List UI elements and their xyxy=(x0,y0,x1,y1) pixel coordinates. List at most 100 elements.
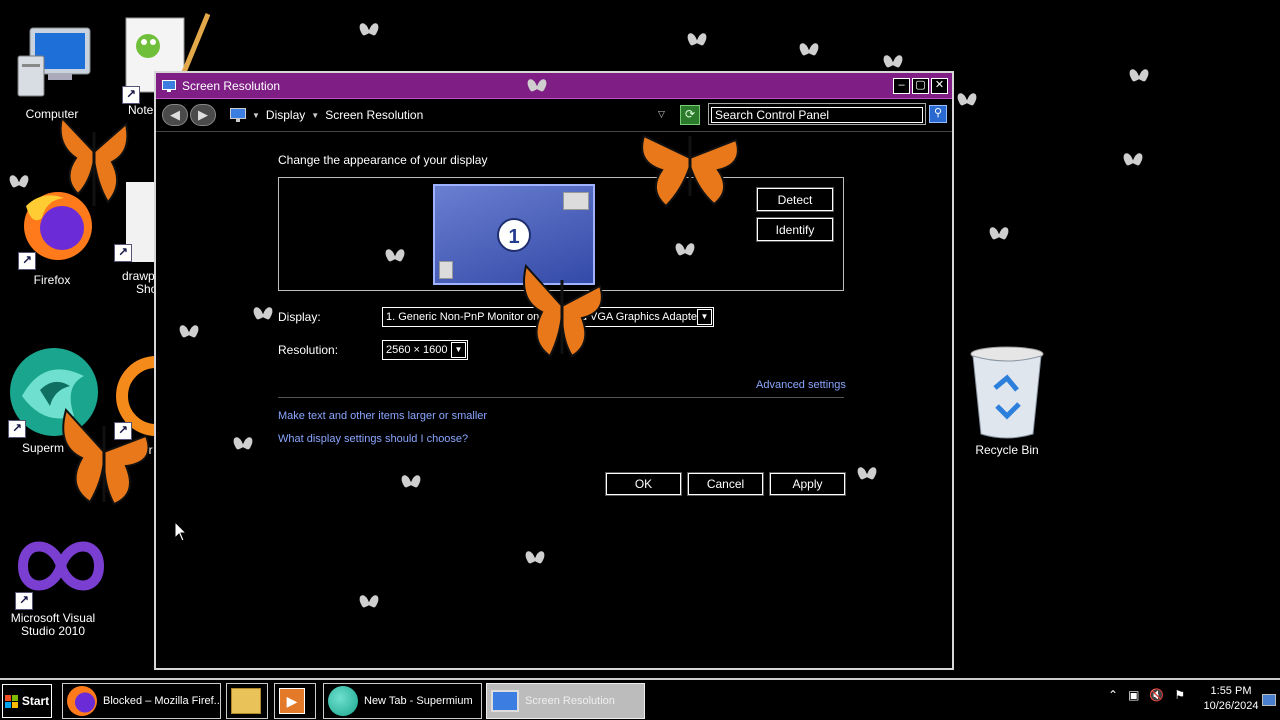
breadcrumb-display[interactable]: Display xyxy=(266,108,305,122)
taskbar-item-screen-resolution[interactable]: Screen Resolution xyxy=(486,683,645,719)
page-heading: Change the appearance of your display xyxy=(278,153,488,167)
desktop-icon-recycle-bin[interactable]: Recycle Bin xyxy=(958,344,1056,457)
taskbar-item-firefox[interactable]: Blocked – Mozilla Firef... xyxy=(62,683,221,719)
shortcut-arrow-icon: ↗ xyxy=(18,252,36,270)
moth-icon xyxy=(1130,66,1148,84)
clock[interactable]: 1:55 PM 10/26/2024 xyxy=(1198,684,1264,714)
divider xyxy=(278,397,844,398)
detect-button[interactable]: Detect xyxy=(756,187,834,212)
folder-icon xyxy=(231,688,261,714)
close-icon[interactable]: ✕ xyxy=(931,78,948,94)
system-tray: ⌃ ▣ 🔇 ⚑ xyxy=(1108,688,1185,702)
display-settings-icon xyxy=(491,690,519,712)
butterfly-icon xyxy=(523,263,603,358)
taskbar-item-supermium[interactable]: New Tab - Supermium xyxy=(323,683,482,719)
moth-icon xyxy=(234,434,252,452)
butterfly-icon xyxy=(641,134,739,208)
maximize-icon[interactable]: ▢ xyxy=(912,78,929,94)
monitor-chip-icon xyxy=(563,192,589,210)
resolution-label: Resolution: xyxy=(278,343,339,357)
moth-icon xyxy=(526,548,544,566)
taskbar-item-media-player[interactable]: ▶ xyxy=(274,683,316,719)
moth-icon xyxy=(858,464,876,482)
taskbar: Start Blocked – Mozilla Firef... ▶ New T… xyxy=(0,678,1280,720)
chevron-down-icon[interactable]: ▼ xyxy=(451,342,466,358)
resolution-select[interactable]: 2560 × 1600 ▼ xyxy=(382,340,468,360)
moth-icon xyxy=(688,30,706,48)
action-center-flag-icon[interactable]: ⚑ xyxy=(1174,688,1185,702)
window-controls: – ▢ ✕ xyxy=(893,78,948,94)
taskbar-item-label: Screen Resolution xyxy=(525,695,615,707)
clock-time: 1:55 PM xyxy=(1210,685,1252,697)
firefox-icon xyxy=(67,686,97,716)
desktop-icon-label-line2: Studio 2010 xyxy=(20,624,86,638)
chevron-down-icon[interactable]: ▼ xyxy=(697,309,712,325)
address-bar: ◀ ▶ ▼ Display ▼ Screen Resolution ▽ ⟳ ⚲ xyxy=(156,100,952,132)
windows-logo-icon xyxy=(4,694,18,708)
moth-icon xyxy=(360,592,378,610)
identify-button[interactable]: Identify xyxy=(756,217,834,242)
shortcut-arrow-icon: ↗ xyxy=(114,244,132,262)
moth-icon xyxy=(10,172,28,190)
show-desktop-button[interactable] xyxy=(1262,694,1276,706)
breadcrumb[interactable]: ▼ Display ▼ Screen Resolution xyxy=(230,104,670,126)
moth-icon xyxy=(528,76,546,94)
resolution-select-value: 2560 × 1600 xyxy=(386,344,448,356)
taskbar-item-explorer[interactable] xyxy=(226,683,268,719)
moth-icon xyxy=(990,224,1008,242)
shortcut-arrow-icon: ↗ xyxy=(8,420,26,438)
search-icon[interactable]: ⚲ xyxy=(929,105,947,123)
moth-icon xyxy=(800,40,818,58)
taskbar-item-label: New Tab - Supermium xyxy=(364,695,473,707)
back-button[interactable]: ◀ xyxy=(162,104,188,126)
breadcrumb-screen-resolution[interactable]: Screen Resolution xyxy=(325,108,423,122)
breadcrumb-separator-icon[interactable]: ▼ xyxy=(252,111,260,120)
moth-icon xyxy=(360,20,378,38)
screen-resolution-window: Screen Resolution – ▢ ✕ ◀ ▶ ▼ Display ▼ … xyxy=(154,71,954,670)
ok-button[interactable]: OK xyxy=(605,472,682,496)
text-size-link[interactable]: Make text and other items larger or smal… xyxy=(278,410,487,422)
taskbar-item-label: Blocked – Mozilla Firef... xyxy=(103,695,221,707)
moth-icon xyxy=(884,52,902,70)
desktop-icon-label: Firefox xyxy=(33,273,71,287)
moth-icon xyxy=(676,240,694,258)
control-panel-icon xyxy=(230,108,246,122)
desktop-icon-label: Recycle Bin xyxy=(975,443,1039,457)
butterfly-icon xyxy=(59,115,129,206)
mouse-pointer-icon xyxy=(174,521,188,542)
display-label: Display: xyxy=(278,310,321,324)
visual-studio-icon: ↗ xyxy=(13,534,105,610)
network-icon[interactable]: ▣ xyxy=(1128,688,1139,702)
butterfly-icon xyxy=(62,407,150,506)
minimize-icon[interactable]: – xyxy=(893,78,910,94)
computer-icon xyxy=(12,24,92,104)
moth-icon xyxy=(1124,150,1142,168)
monitor-chip-icon xyxy=(439,261,453,279)
start-label: Start xyxy=(21,694,50,708)
start-button[interactable]: Start xyxy=(2,684,52,718)
desktop-icon-visual-studio[interactable]: ↗ Microsoft Visual Studio 2010 xyxy=(4,534,105,638)
title-bar[interactable]: Screen Resolution – ▢ ✕ xyxy=(156,73,952,99)
clock-date: 10/26/2024 xyxy=(1203,700,1259,712)
monitor-number-badge: 1 xyxy=(497,218,531,252)
recycle-bin-icon xyxy=(967,344,1047,440)
moth-icon xyxy=(402,472,420,490)
moth-icon xyxy=(180,322,198,340)
cancel-button[interactable]: Cancel xyxy=(687,472,764,496)
shortcut-arrow-icon: ↗ xyxy=(15,592,33,610)
media-player-icon: ▶ xyxy=(279,688,305,714)
advanced-settings-link[interactable]: Advanced settings xyxy=(756,379,846,391)
display-settings-icon xyxy=(162,79,176,92)
desktop-icon-label-line2: Sho xyxy=(136,283,156,296)
moth-icon xyxy=(958,90,976,108)
apply-button[interactable]: Apply xyxy=(769,472,846,496)
window-title: Screen Resolution xyxy=(182,78,281,93)
breadcrumb-separator-icon[interactable]: ▼ xyxy=(311,111,319,120)
volume-muted-icon[interactable]: 🔇 xyxy=(1149,688,1164,702)
which-settings-link[interactable]: What display settings should I choose? xyxy=(278,433,468,445)
moth-icon xyxy=(386,246,404,264)
desktop-icon-label: drawp xyxy=(122,270,155,283)
tray-expand-icon[interactable]: ⌃ xyxy=(1108,688,1118,702)
forward-button[interactable]: ▶ xyxy=(190,104,216,126)
moth-icon xyxy=(254,304,272,322)
